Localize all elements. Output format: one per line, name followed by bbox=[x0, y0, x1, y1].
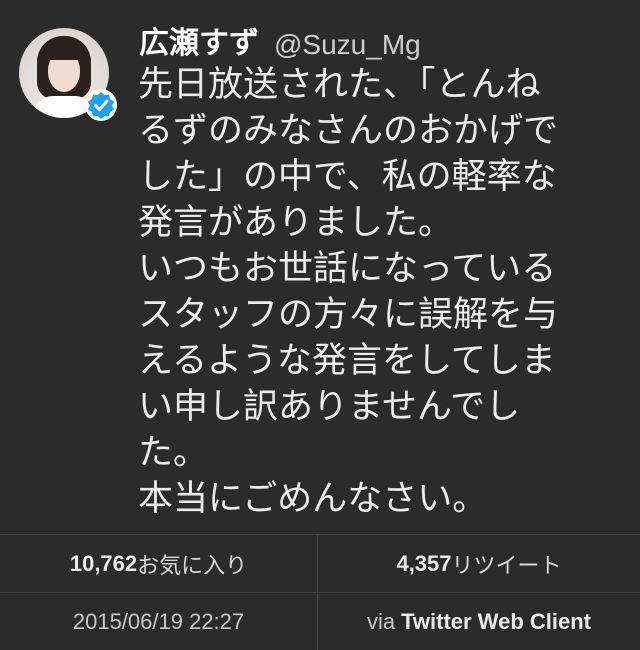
tweet-text: 先日放送された、「とんね るずのみなさんのおかげで した」の中で、私の軽率な 発… bbox=[138, 62, 638, 522]
tweet-text-line: した」の中で、私の軽率な bbox=[138, 157, 557, 197]
tweet-text-line: 発言がありました。 bbox=[138, 203, 454, 243]
retweets-label: リツイート bbox=[451, 552, 562, 578]
tweet-text-line: えるような発言をしてしま bbox=[138, 341, 556, 381]
tweet-text-line: い申し訳ありませんでし bbox=[138, 387, 521, 427]
tweet-text-line: るずのみなさんのおかげで bbox=[138, 111, 559, 151]
tweet: 広瀬すず @Suzu_Mg 先日放送された、「とんね るずのみなさんのおかげで … bbox=[0, 0, 640, 533]
favorites-label: お気に入り bbox=[137, 552, 248, 578]
avatar-fringe bbox=[45, 44, 83, 60]
tweet-text-line: た。 bbox=[138, 433, 209, 473]
tweet-timestamp: 2015/06/19 22:27 bbox=[72, 608, 245, 634]
client-name: Twitter Web Client bbox=[401, 608, 591, 634]
retweets-stat[interactable]: 4,357 リツイート bbox=[318, 535, 640, 592]
tweet-text-line: 先日放送された、「とんね bbox=[138, 65, 541, 105]
tweet-source[interactable]: via Twitter Web Client bbox=[318, 593, 640, 650]
via-prefix: via bbox=[367, 608, 396, 634]
tweet-text-line: 本当にごめんなさい。 bbox=[138, 479, 488, 519]
display-name[interactable]: 広瀬すず bbox=[139, 26, 259, 62]
favorites-count: 10,762 bbox=[69, 550, 138, 576]
tweet-text-line: いつもお世話になっている bbox=[138, 249, 557, 289]
retweets-count: 4,357 bbox=[396, 550, 452, 576]
tweet-stats: 10,762 お気に入り 4,357 リツイート 2015/06/19 22:27 … bbox=[0, 534, 640, 650]
user-handle[interactable]: @Suzu_Mg bbox=[274, 28, 421, 62]
favorites-stat[interactable]: 10,762 お気に入り bbox=[0, 535, 317, 592]
tweet-text-line: スタッフの方々に誤解を与 bbox=[138, 295, 559, 335]
verified-badge-icon bbox=[85, 89, 117, 121]
